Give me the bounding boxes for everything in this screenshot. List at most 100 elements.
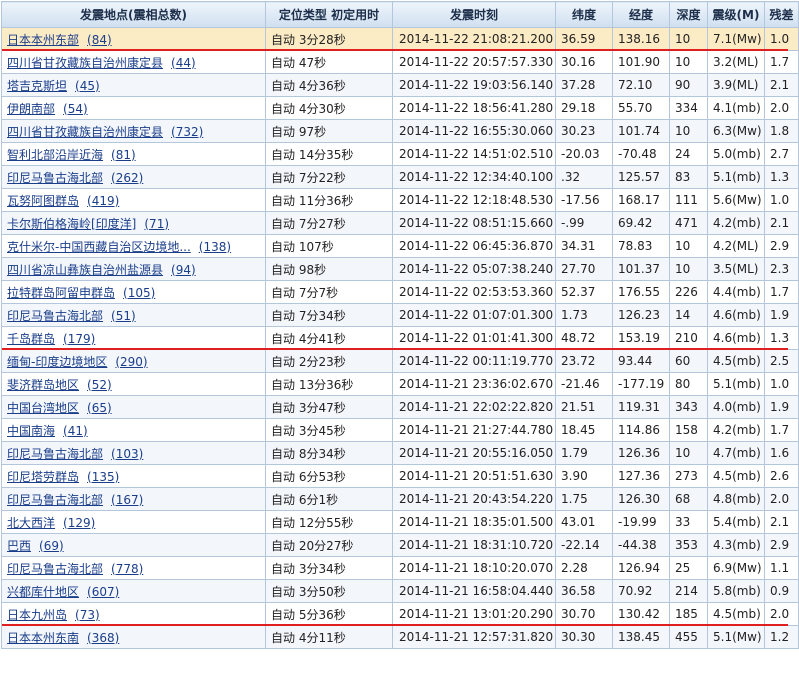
magnitude-cell: 4.5(mb)	[707, 464, 765, 488]
location-link[interactable]: 伊朗南部	[7, 102, 55, 116]
phase-count-link[interactable]: (138)	[199, 240, 231, 254]
location-link[interactable]: 千岛群岛	[7, 332, 55, 346]
location-link[interactable]: 斐济群岛地区	[7, 378, 79, 392]
phase-count-link[interactable]: (45)	[75, 79, 100, 93]
phase-count-link[interactable]: (607)	[87, 585, 119, 599]
phase-count-link[interactable]: (65)	[87, 401, 112, 415]
location-cell: 四川省甘孜藏族自治州康定县 (732)	[1, 119, 266, 143]
phase-count-link[interactable]: (105)	[123, 286, 155, 300]
location-link[interactable]: 塔吉克斯坦	[7, 79, 67, 93]
location-link[interactable]: 北大西洋	[7, 516, 55, 530]
location-cell: 四川省凉山彝族自治州盐源县 (94)	[1, 257, 266, 281]
residual-cell: 2.0	[764, 96, 799, 120]
latitude-cell: 43.01	[555, 510, 613, 534]
location-link[interactable]: 日本本州东南	[7, 631, 79, 645]
location-link[interactable]: 印尼马鲁古海北部	[7, 171, 103, 185]
location-link[interactable]: 四川省甘孜藏族自治州康定县	[7, 125, 163, 139]
location-link[interactable]: 中国台湾地区	[7, 401, 79, 415]
location-link[interactable]: 印尼马鲁古海北部	[7, 447, 103, 461]
residual-cell: 1.0	[764, 27, 799, 51]
location-link[interactable]: 巴西	[7, 539, 31, 553]
location-link[interactable]: 拉特群岛阿留申群岛	[7, 286, 115, 300]
longitude-cell: 101.37	[612, 257, 670, 281]
residual-cell: 1.3	[764, 326, 799, 350]
longitude-cell: 69.42	[612, 211, 670, 235]
magnitude-cell: 6.3(Mw)	[707, 119, 765, 143]
depth-cell: 90	[669, 73, 708, 97]
location-link[interactable]: 中国南海	[7, 424, 55, 438]
location-link[interactable]: 克什米尔-中国西藏自治区边境地...	[7, 240, 191, 254]
phase-count-link[interactable]: (167)	[111, 493, 143, 507]
location-link[interactable]: 印尼马鲁古海北部	[7, 562, 103, 576]
col-header-latitude[interactable]: 纬度	[555, 1, 613, 28]
origin-time-cell: 2014-11-22 14:51:02.510	[392, 142, 556, 166]
location-link[interactable]: 缅甸-印度边境地区	[7, 355, 107, 369]
col-header-longitude[interactable]: 经度	[612, 1, 670, 28]
location-link[interactable]: 印尼马鲁古海北部	[7, 309, 103, 323]
phase-count-link[interactable]: (69)	[39, 539, 64, 553]
magnitude-cell: 4.5(mb)	[707, 349, 765, 373]
phase-count-link[interactable]: (103)	[111, 447, 143, 461]
location-cell: 千岛群岛 (179)	[1, 326, 266, 350]
phase-count-link[interactable]: (129)	[63, 516, 95, 530]
phase-count-link[interactable]: (419)	[87, 194, 119, 208]
phase-count-link[interactable]: (84)	[87, 33, 112, 47]
phase-count-link[interactable]: (778)	[111, 562, 143, 576]
residual-cell: 1.3	[764, 165, 799, 189]
location-cell: 瓦努阿图群岛 (419)	[1, 188, 266, 212]
magnitude-cell: 5.0(mb)	[707, 142, 765, 166]
phase-count-link[interactable]: (54)	[63, 102, 88, 116]
phase-count-link[interactable]: (732)	[171, 125, 203, 139]
phase-count-link[interactable]: (94)	[171, 263, 196, 277]
latitude-cell: -21.46	[555, 372, 613, 396]
longitude-cell: -19.99	[612, 510, 670, 534]
longitude-cell: 70.92	[612, 579, 670, 603]
col-header-locate-type[interactable]: 定位类型 初定用时	[265, 1, 393, 28]
location-link[interactable]: 印尼马鲁古海北部	[7, 493, 103, 507]
phase-count-link[interactable]: (179)	[63, 332, 95, 346]
col-header-origin-time[interactable]: 发震时刻	[392, 1, 556, 28]
depth-cell: 10	[669, 119, 708, 143]
phase-count-link[interactable]: (44)	[171, 56, 196, 70]
origin-time-cell: 2014-11-22 12:34:40.100	[392, 165, 556, 189]
location-link[interactable]: 卡尔斯伯格海岭[印度洋]	[7, 217, 136, 231]
longitude-cell: 72.10	[612, 73, 670, 97]
phase-count-link[interactable]: (368)	[87, 631, 119, 645]
location-link[interactable]: 四川省甘孜藏族自治州康定县	[7, 56, 163, 70]
phase-count-link[interactable]: (51)	[111, 309, 136, 323]
phase-count-link[interactable]: (41)	[63, 424, 88, 438]
residual-cell: 1.0	[764, 188, 799, 212]
location-link[interactable]: 瓦努阿图群岛	[7, 194, 79, 208]
latitude-cell: 30.30	[555, 625, 613, 649]
locate-type-cell: 自动 6分53秒	[265, 464, 393, 488]
magnitude-cell: 4.0(mb)	[707, 395, 765, 419]
col-header-location[interactable]: 发震地点(震相总数)	[1, 1, 266, 28]
magnitude-cell: 5.8(mb)	[707, 579, 765, 603]
phase-count-link[interactable]: (71)	[144, 217, 169, 231]
origin-time-cell: 2014-11-22 18:56:41.280	[392, 96, 556, 120]
location-link[interactable]: 印尼塔劳群岛	[7, 470, 79, 484]
phase-count-link[interactable]: (73)	[75, 608, 100, 622]
col-header-depth[interactable]: 深度	[669, 1, 708, 28]
phase-count-link[interactable]: (290)	[115, 355, 147, 369]
col-header-residual[interactable]: 残差	[764, 1, 799, 28]
magnitude-cell: 4.1(mb)	[707, 96, 765, 120]
col-header-magnitude[interactable]: 震级(M)	[707, 1, 765, 28]
location-cell: 日本本州东南 (368)	[1, 625, 266, 649]
location-link[interactable]: 智利北部沿岸近海	[7, 148, 103, 162]
phase-count-link[interactable]: (81)	[111, 148, 136, 162]
longitude-cell: 126.30	[612, 487, 670, 511]
phase-count-link[interactable]: (135)	[87, 470, 119, 484]
latitude-cell: 3.90	[555, 464, 613, 488]
location-link[interactable]: 日本本州东部	[7, 33, 79, 47]
location-link[interactable]: 日本九州岛	[7, 608, 67, 622]
table-row: 印尼马鲁古海北部 (778) 自动 3分34秒 2014-11-21 18:10:20…	[1, 556, 799, 580]
depth-cell: 343	[669, 395, 708, 419]
location-link[interactable]: 四川省凉山彝族自治州盐源县	[7, 263, 163, 277]
locate-type-cell: 自动 3分28秒	[265, 27, 393, 51]
phase-count-link[interactable]: (52)	[87, 378, 112, 392]
phase-count-link[interactable]: (262)	[111, 171, 143, 185]
depth-cell: 158	[669, 418, 708, 442]
location-link[interactable]: 兴都库什地区	[7, 585, 79, 599]
latitude-cell: 1.79	[555, 441, 613, 465]
